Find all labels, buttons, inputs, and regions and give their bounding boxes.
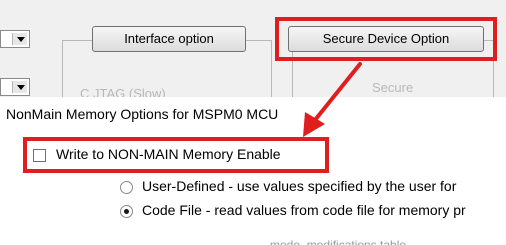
nonmain-heading: NonMain Memory Options for MSPM0 MCU <box>6 106 279 122</box>
code-file-label: Code File - read values from code file f… <box>142 202 466 218</box>
combo-box-top[interactable] <box>0 30 30 48</box>
user-defined-radio[interactable] <box>120 181 133 194</box>
secure-option-highlight <box>275 17 497 61</box>
secure-label: Secure <box>372 80 414 95</box>
code-file-radio[interactable] <box>120 205 133 218</box>
interface-option-button[interactable]: Interface option <box>92 26 246 52</box>
chevron-down-icon[interactable] <box>12 81 27 93</box>
cropped-bottom-text: ...mode, modifications table... <box>260 238 417 245</box>
combo-box-bottom[interactable] <box>0 78 30 96</box>
write-nonmain-highlight <box>23 137 329 173</box>
user-defined-label: User-Defined - use values specified by t… <box>142 178 457 194</box>
chevron-down-icon[interactable] <box>12 33 27 45</box>
